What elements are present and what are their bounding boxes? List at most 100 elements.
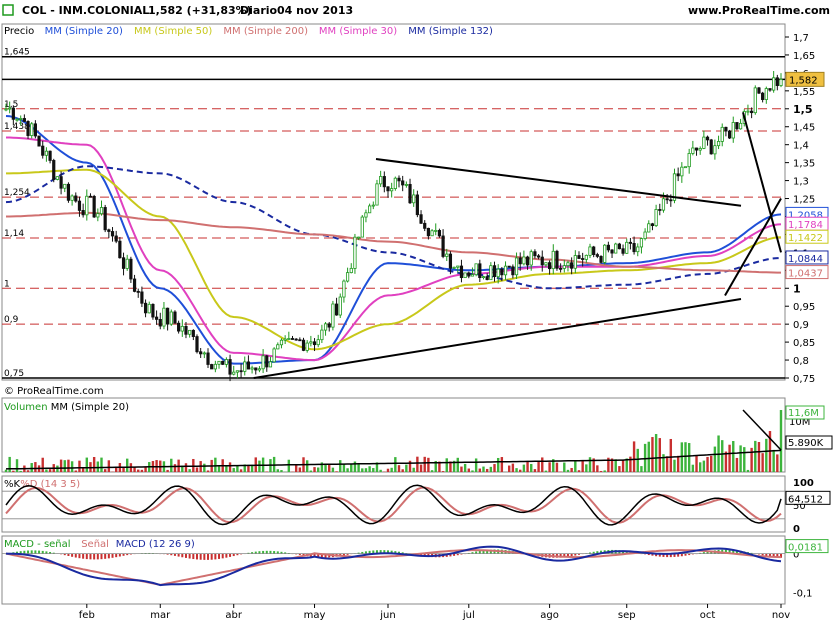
candle <box>268 361 273 368</box>
volume-bar <box>493 464 496 472</box>
volume-bar <box>581 460 584 472</box>
macd-histogram-bar <box>78 553 81 559</box>
volume-bar <box>357 463 360 472</box>
volume-bar <box>188 469 191 472</box>
volume-bar <box>684 442 687 472</box>
site-link[interactable]: www.ProRealTime.com <box>688 4 830 17</box>
candle <box>632 243 636 253</box>
candle <box>727 130 732 139</box>
volume-bar <box>126 458 129 472</box>
volume-bar <box>133 467 136 472</box>
volume-bar <box>416 456 419 472</box>
candle <box>37 135 41 147</box>
candle <box>584 254 588 260</box>
macd-histogram-bar <box>111 553 114 558</box>
price-tick-label: 1,45 <box>793 123 815 134</box>
candle <box>169 311 173 325</box>
volume-bar <box>372 468 375 472</box>
volume-bar <box>754 440 757 472</box>
level-label: 0,75 <box>4 369 24 379</box>
price-tick-label: 0,9 <box>793 320 809 331</box>
legend-item: MM (Simple 200) <box>223 26 308 37</box>
candle <box>257 368 262 371</box>
legend-item: Precio <box>4 26 34 37</box>
x-tick-label: ago <box>540 610 559 620</box>
volume-bar <box>695 455 698 472</box>
volume-bar <box>721 440 724 472</box>
trendline <box>375 158 742 207</box>
volume-bar <box>478 468 482 472</box>
legend-item: MACD - señal <box>4 539 71 550</box>
date: 04 nov 2013 <box>277 4 353 17</box>
candle <box>254 367 258 371</box>
price-tick-label: 1 <box>793 282 801 295</box>
volume-bar <box>544 470 548 472</box>
volume-bar <box>67 459 70 472</box>
candle <box>188 329 192 335</box>
candle <box>177 322 181 332</box>
candle <box>239 370 243 373</box>
sma-line <box>6 136 782 362</box>
stock-chart: COL - INM.COLONIAL 1,582 (+31,83%) Diari… <box>1 4 833 620</box>
candle <box>445 253 449 257</box>
price-tick-label: 1,55 <box>793 87 815 98</box>
volume-bar <box>78 460 81 472</box>
volume-bar <box>467 468 470 472</box>
price-tick-label: 1,7 <box>793 33 809 44</box>
candle <box>70 195 74 201</box>
legend-item: MM (Simple 20) <box>51 402 129 413</box>
volume-bar <box>41 457 44 472</box>
candle <box>136 290 140 293</box>
macd-histogram-bar <box>177 553 180 557</box>
volume-bar <box>361 468 364 472</box>
candle <box>191 329 195 337</box>
candle <box>599 255 603 263</box>
volume-bar <box>743 447 746 472</box>
candle <box>503 265 508 276</box>
volume-bar <box>599 470 603 472</box>
volume-bar <box>34 462 37 472</box>
volume-bar <box>489 466 493 472</box>
candle <box>298 339 302 342</box>
candle <box>386 186 390 192</box>
macd-lines <box>2 545 785 587</box>
price-legend: Precio MM (Simple 20) MM (Simple 50) MM (Si… <box>4 26 493 37</box>
volume-bar <box>203 463 206 472</box>
candle <box>66 183 71 201</box>
candle <box>166 307 170 325</box>
volume-bar <box>533 469 537 472</box>
volume-bar <box>702 460 706 472</box>
volume-value-label: 11,6M <box>788 408 819 419</box>
volume-bar <box>26 470 30 472</box>
macd-histogram-bar <box>192 553 195 560</box>
candle <box>522 256 526 265</box>
volume-bar <box>761 453 764 472</box>
macd-line <box>5 545 782 587</box>
legend-item: %D (14 3 5) <box>20 479 80 490</box>
candle <box>41 145 45 156</box>
volume-bar <box>640 466 643 472</box>
volume-bar <box>698 462 702 472</box>
macd-histogram-bar <box>229 553 232 557</box>
candle <box>540 256 544 266</box>
volume-bar <box>522 464 526 472</box>
volume-bar <box>430 470 434 472</box>
level-label: 1,645 <box>4 48 30 58</box>
candle <box>779 78 783 86</box>
candle <box>665 198 669 201</box>
volume-bar <box>687 443 691 472</box>
candle <box>316 339 320 346</box>
x-tick-label: oct <box>700 610 716 620</box>
candle <box>323 323 328 331</box>
volume-bar <box>427 457 430 472</box>
candle <box>757 87 761 94</box>
macd-histogram-bar <box>23 550 26 554</box>
volume-bar <box>776 454 779 472</box>
volume-bar <box>317 467 320 472</box>
x-tick-label: abr <box>225 610 242 620</box>
candle <box>206 352 210 365</box>
volume-bar <box>676 455 680 472</box>
candle <box>426 227 430 237</box>
volume-bar <box>379 469 382 472</box>
candle <box>338 296 342 316</box>
